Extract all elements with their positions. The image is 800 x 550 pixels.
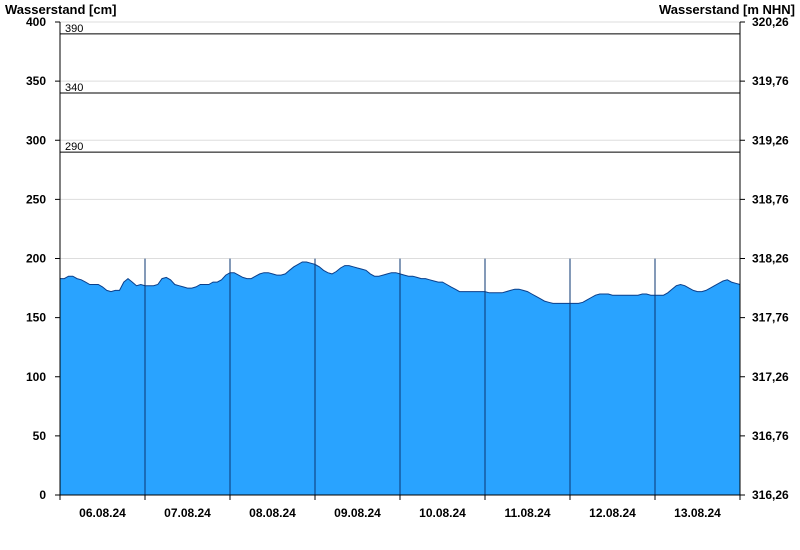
left-tick-label: 0 — [39, 488, 46, 502]
x-tick-label: 08.08.24 — [249, 506, 296, 520]
right-tick-label: 320,26 — [752, 15, 789, 29]
right-tick-label: 316,76 — [752, 429, 789, 443]
x-axis-ticks: 06.08.24 07.08.24 08.08.24 09.08.24 10.08.24… — [59, 495, 741, 520]
left-tick-label: 150 — [26, 311, 46, 325]
left-axis-ticks: 0 50 100 150 200 250 300 350 400 — [26, 15, 60, 502]
right-tick-label: 318,26 — [752, 252, 789, 266]
water-level-chart: Wasserstand [cm] Wasserstand [m NHN] 390… — [5, 2, 795, 520]
left-tick-label: 300 — [26, 133, 46, 147]
x-tick-label: 09.08.24 — [334, 506, 381, 520]
reference-lines: 390 340 290 — [60, 23, 740, 153]
right-tick-label: 317,26 — [752, 370, 789, 384]
right-tick-label: 316,26 — [752, 488, 789, 502]
left-tick-label: 250 — [26, 192, 46, 206]
x-tick-label: 12.08.24 — [589, 506, 636, 520]
right-axis-ticks: 316,26 316,76 317,26 317,76 318,26 318,76 319,… — [740, 15, 789, 502]
left-tick-label: 50 — [33, 429, 47, 443]
reference-label: 340 — [65, 82, 83, 94]
left-tick-label: 400 — [26, 15, 46, 29]
right-tick-label: 319,76 — [752, 74, 789, 88]
right-tick-label: 319,26 — [752, 133, 789, 147]
x-tick-label: 13.08.24 — [674, 506, 721, 520]
left-tick-label: 200 — [26, 252, 46, 266]
left-tick-label: 350 — [26, 74, 46, 88]
x-tick-label: 11.08.24 — [504, 506, 550, 520]
right-tick-label: 317,76 — [752, 311, 789, 325]
reference-label: 390 — [65, 23, 83, 35]
left-axis-title: Wasserstand [cm] — [5, 2, 117, 17]
left-tick-label: 100 — [26, 370, 46, 384]
reference-label: 290 — [65, 141, 83, 153]
right-tick-label: 318,76 — [752, 192, 789, 206]
x-tick-label: 10.08.24 — [419, 506, 466, 520]
x-tick-label: 07.08.24 — [164, 506, 211, 520]
x-tick-label: 06.08.24 — [79, 506, 126, 520]
